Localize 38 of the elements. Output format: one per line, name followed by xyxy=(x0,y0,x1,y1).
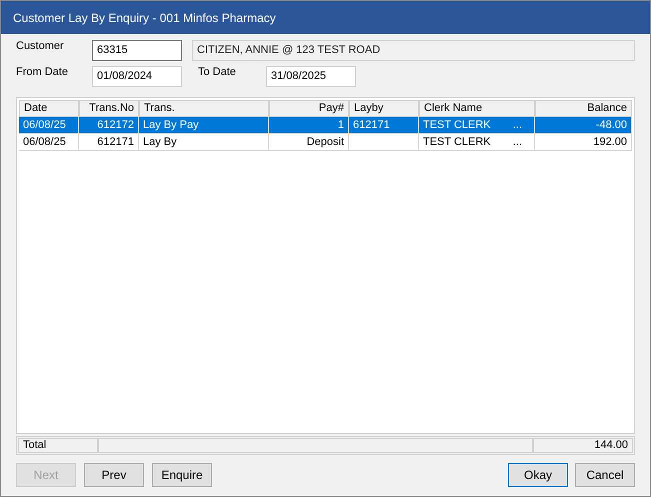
table-cell-text: -48.00 xyxy=(596,118,627,133)
nav-button[interactable]: Prev xyxy=(84,463,144,487)
customer-name-field: CITIZEN, ANNIE @ 123 TEST ROAD xyxy=(192,40,635,60)
total-label: Total xyxy=(18,438,98,453)
dialog-button[interactable]: Cancel xyxy=(575,463,635,487)
table-row[interactable]: 06/08/25 612172 Lay By Pay 1 612171 TEST CLERK ... -48.00 xyxy=(19,117,632,134)
to-date-field[interactable]: 31/08/2025 xyxy=(266,66,356,86)
window-title: Customer Lay By Enquiry - 001 Minfos Pharmacy xyxy=(13,10,276,26)
column-header[interactable]: Date xyxy=(19,100,79,117)
table-cell-text: 612171 xyxy=(97,134,134,150)
table-cell-text: 06/08/25 xyxy=(23,118,66,133)
more-button[interactable]: ... xyxy=(512,134,530,150)
dialog-button[interactable]: Okay xyxy=(508,463,568,487)
table-cell-text: 1 xyxy=(338,118,344,133)
table-cell-text: TEST CLERK xyxy=(423,134,491,150)
more-button[interactable]: ... xyxy=(512,116,530,134)
from-date-field[interactable]: 01/08/2024 xyxy=(92,66,182,86)
table-cell-text: 612171 xyxy=(353,118,390,133)
table-cell-text: 612172 xyxy=(97,118,134,133)
nav-button[interactable]: Enquire xyxy=(152,463,212,487)
column-header[interactable]: Layby xyxy=(349,100,419,117)
column-header[interactable]: Trans. xyxy=(139,100,269,117)
table-cell-text: 192.00 xyxy=(593,134,627,150)
customer-label: Customer xyxy=(16,38,65,54)
table-cell-text: 06/08/25 xyxy=(23,134,66,150)
column-header[interactable]: Pay# xyxy=(269,100,349,117)
to-date-label: To Date xyxy=(197,64,237,80)
column-header[interactable]: Clerk Name xyxy=(419,100,535,117)
customer-field[interactable]: 63315 xyxy=(92,40,182,60)
table-cell-text: Lay By xyxy=(143,134,177,150)
table-cell-text: Deposit xyxy=(306,134,344,150)
total-value: 144.00 xyxy=(533,438,633,453)
table-cell-text: TEST CLERK xyxy=(423,118,491,133)
column-header[interactable]: Trans.No xyxy=(79,100,139,117)
from-date-label: From Date xyxy=(16,64,69,80)
table-cell-text: Lay By Pay xyxy=(143,118,199,133)
column-header[interactable]: Balance xyxy=(535,100,632,117)
table-row[interactable]: 06/08/25 612171 Lay By Deposit TEST CLERK ... 192.00 xyxy=(19,134,632,151)
